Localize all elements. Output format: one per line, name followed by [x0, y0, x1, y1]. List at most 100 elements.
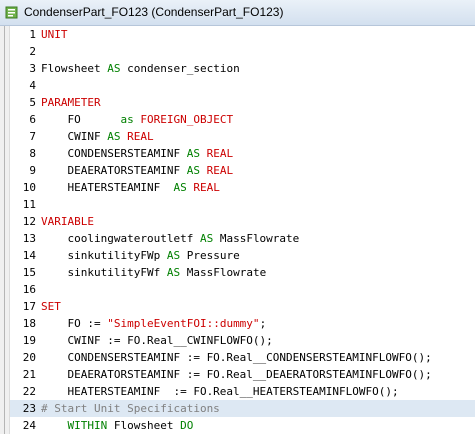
- line-code: # Start Unit Specifications: [41, 400, 220, 417]
- code-token: sinkutilityFWp: [41, 249, 167, 262]
- line-code: DEAERATORSTEAMINF := FO.Real__DEAERATORS…: [41, 366, 432, 383]
- line-code: WITHIN Flowsheet DO: [41, 417, 194, 434]
- document-icon: [5, 6, 18, 19]
- code-token: AS: [166, 249, 181, 262]
- code-line[interactable]: 23 # Start Unit Specifications: [10, 400, 475, 417]
- line-code: UNIT: [41, 26, 68, 43]
- line-number: 13: [22, 232, 36, 245]
- line-number: 15: [22, 266, 36, 279]
- code-token: FO :=: [41, 317, 108, 330]
- title-bar[interactable]: CondenserPart_FO123 (CondenserPart_FO123…: [0, 0, 475, 26]
- code-token: CWINF: [41, 130, 108, 143]
- window-title: CondenserPart_FO123 (CondenserPart_FO123…: [24, 5, 284, 19]
- code-line[interactable]: 2: [10, 43, 475, 60]
- line-number: 9: [29, 164, 36, 177]
- line-number: 16: [22, 283, 36, 296]
- code-editor[interactable]: 1 UNIT 2 3 Flowsheet AS condenser_section 4 5 P…: [0, 26, 475, 434]
- code-line[interactable]: 20 CONDENSERSTEAMINF := FO.Real__CONDENS…: [10, 349, 475, 366]
- line-number: 21: [22, 368, 36, 381]
- line-code: sinkutilityFWp AS Pressure: [41, 247, 240, 264]
- code-lines[interactable]: 1 UNIT 2 3 Flowsheet AS condenser_section 4 5 P…: [10, 26, 475, 434]
- line-code: CONDENSERSTEAMINF AS REAL: [41, 145, 233, 162]
- line-code: sinkutilityFWf AS MassFlowrate: [41, 264, 266, 281]
- code-line[interactable]: 11: [10, 196, 475, 213]
- code-line[interactable]: 1 UNIT: [10, 26, 475, 43]
- line-number: 8: [29, 147, 36, 160]
- code-line[interactable]: 16: [10, 281, 475, 298]
- line-code: CWINF := FO.Real__CWINFLOWFO();: [41, 332, 273, 349]
- code-token: "SimpleEventFOI::dummy": [107, 317, 260, 330]
- code-token: coolingwateroutletf: [41, 232, 200, 245]
- code-line[interactable]: 5 PARAMETER: [10, 94, 475, 111]
- line-number: 11: [22, 198, 36, 211]
- line-number: 1: [29, 28, 36, 41]
- code-line[interactable]: 19 CWINF := FO.Real__CWINFLOWFO();: [10, 332, 475, 349]
- line-code: DEAERATORSTEAMINF AS REAL: [41, 162, 233, 179]
- code-token: MassFlowrate: [213, 232, 300, 245]
- code-line[interactable]: 7 CWINF AS REAL: [10, 128, 475, 145]
- code-line[interactable]: 4: [10, 77, 475, 94]
- code-token: HEATERSTEAMINF := FO.Real__HEATERSTEAMIN…: [41, 385, 399, 398]
- code-token: REAL: [127, 130, 154, 143]
- line-number: 7: [29, 130, 36, 143]
- code-line[interactable]: 6 FO as FOREIGN_OBJECT: [10, 111, 475, 128]
- code-token: AS: [186, 164, 200, 177]
- code-token: FOREIGN_OBJECT: [140, 113, 234, 126]
- code-line[interactable]: 18 FO := "SimpleEventFOI::dummy";: [10, 315, 475, 332]
- code-line[interactable]: 10 HEATERSTEAMINF AS REAL: [10, 179, 475, 196]
- code-line[interactable]: 14 sinkutilityFWp AS Pressure: [10, 247, 475, 264]
- code-token: FO: [41, 113, 121, 126]
- code-line[interactable]: 8 CONDENSERSTEAMINF AS REAL: [10, 145, 475, 162]
- code-token: ;: [259, 317, 267, 330]
- line-number: 10: [22, 181, 36, 194]
- line-number: 19: [22, 334, 36, 347]
- code-token: CONDENSERSTEAMINF := FO.Real__CONDENSERS…: [41, 351, 432, 364]
- line-code: FO := "SimpleEventFOI::dummy";: [41, 315, 266, 332]
- code-token: AS: [186, 147, 200, 160]
- line-code: HEATERSTEAMINF AS REAL: [41, 179, 220, 196]
- editor-window: CondenserPart_FO123 (CondenserPart_FO123…: [0, 0, 475, 434]
- code-line[interactable]: 22 HEATERSTEAMINF := FO.Real__HEATERSTEA…: [10, 383, 475, 400]
- code-line[interactable]: 24 WITHIN Flowsheet DO: [10, 417, 475, 434]
- code-token: Flowsheet: [107, 419, 181, 432]
- line-number: 14: [22, 249, 36, 262]
- code-token: AS: [107, 130, 121, 143]
- line-number: 2: [29, 45, 36, 58]
- code-token: REAL: [193, 181, 220, 194]
- code-token: Flowsheet: [41, 62, 108, 75]
- line-number: 20: [22, 351, 36, 364]
- code-token: Pressure: [180, 249, 240, 262]
- code-token: AS: [173, 181, 187, 194]
- line-code: SET: [41, 298, 61, 315]
- code-line[interactable]: 17 SET: [10, 298, 475, 315]
- line-number: 5: [29, 96, 36, 109]
- line-number: 12: [22, 215, 36, 228]
- code-line[interactable]: 9 DEAERATORSTEAMINF AS REAL: [10, 162, 475, 179]
- code-token: DEAERATORSTEAMINF := FO.Real__DEAERATORS…: [41, 368, 432, 381]
- line-number: 23: [22, 402, 36, 415]
- code-token: REAL: [206, 164, 234, 177]
- code-token: as: [120, 113, 134, 126]
- fold-margin[interactable]: [0, 26, 10, 434]
- code-line[interactable]: 12 VARIABLE: [10, 213, 475, 230]
- code-token: CWINF := FO.Real__CWINFLOWFO();: [41, 334, 273, 347]
- line-code: PARAMETER: [41, 94, 101, 111]
- code-line[interactable]: 15 sinkutilityFWf AS MassFlowrate: [10, 264, 475, 281]
- code-line[interactable]: 3 Flowsheet AS condenser_section: [10, 60, 475, 77]
- code-token: sinkutilityFWf: [41, 266, 167, 279]
- line-number: 18: [22, 317, 36, 330]
- line-code: FO as FOREIGN_OBJECT: [41, 111, 233, 128]
- code-token: CONDENSERSTEAMINF: [41, 147, 187, 160]
- code-token: AS: [107, 62, 121, 75]
- code-token: DEAERATORSTEAMINF: [41, 164, 187, 177]
- code-token: UNIT: [41, 28, 68, 41]
- code-line[interactable]: 13 coolingwateroutletf AS MassFlowrate: [10, 230, 475, 247]
- code-token: VARIABLE: [41, 215, 94, 228]
- code-token: WITHIN: [67, 419, 108, 432]
- line-number: 24: [22, 419, 36, 432]
- code-token: condenser_section: [120, 62, 240, 75]
- code-line[interactable]: 21 DEAERATORSTEAMINF := FO.Real__DEAERAT…: [10, 366, 475, 383]
